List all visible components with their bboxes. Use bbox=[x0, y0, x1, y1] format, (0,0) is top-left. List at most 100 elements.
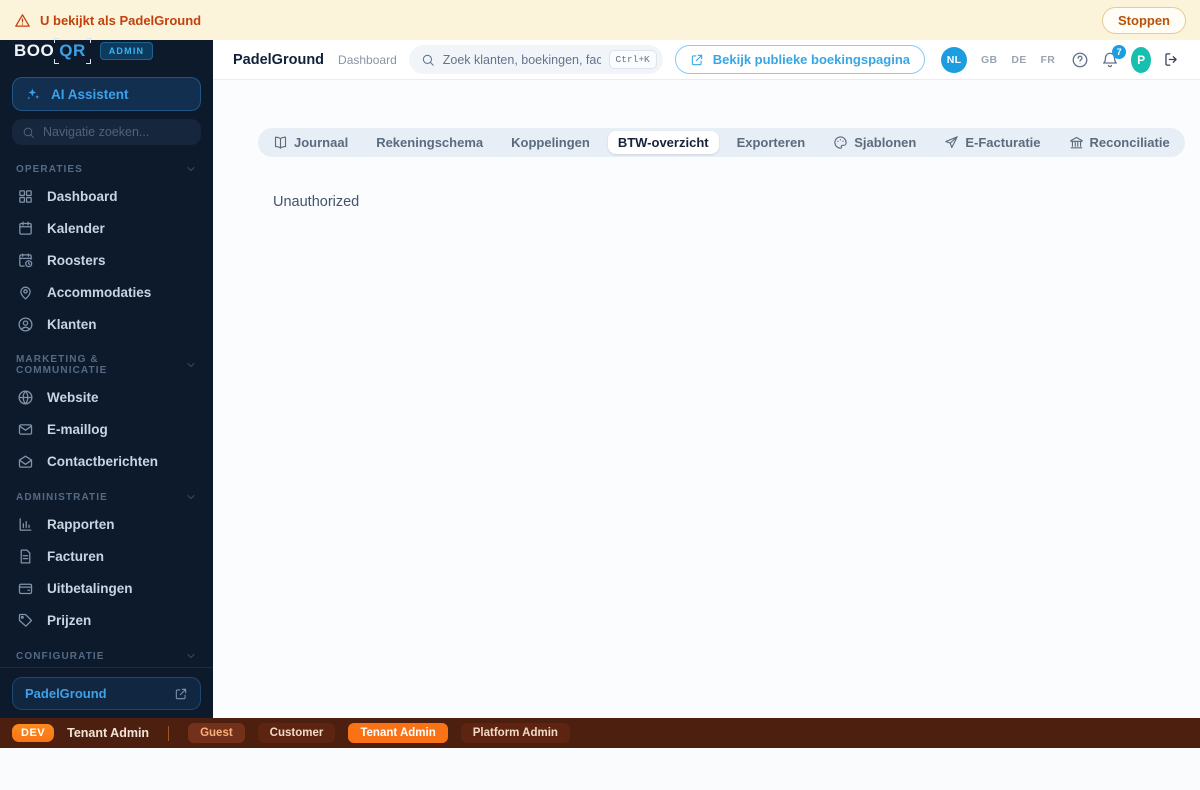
sidebar-item-rapporten[interactable]: Rapporten bbox=[0, 508, 213, 540]
logout-icon[interactable] bbox=[1163, 51, 1180, 68]
language-option-nl[interactable]: NL bbox=[941, 47, 967, 73]
tenant-link-label: PadelGround bbox=[25, 686, 107, 701]
sidebar-search[interactable] bbox=[12, 119, 201, 145]
ai-assistant-button[interactable]: AI Assistent bbox=[12, 77, 201, 111]
book-open-icon bbox=[273, 135, 288, 150]
language-option-fr[interactable]: FR bbox=[1041, 54, 1056, 66]
bar-chart-icon bbox=[17, 516, 34, 533]
language-option-de[interactable]: DE bbox=[1011, 54, 1026, 66]
sidebar-section-administratie[interactable]: ADMINISTRATIE bbox=[0, 477, 213, 508]
role-buttons: Guest Customer Tenant Admin Platform Admin bbox=[188, 723, 570, 743]
chevron-down-icon bbox=[185, 359, 197, 371]
role-button-guest[interactable]: Guest bbox=[188, 723, 245, 743]
sidebar-section-marketing-communicatie[interactable]: MARKETING & COMMUNICATIE bbox=[0, 340, 213, 381]
tab-reconciliatie[interactable]: Reconciliatie bbox=[1059, 131, 1180, 154]
impersonation-banner: U bekijkt als PadelGround Stoppen bbox=[0, 0, 1200, 40]
tab-journaal[interactable]: Journaal bbox=[263, 131, 358, 154]
search-shortcut-kbd: Ctrl+K bbox=[609, 50, 657, 69]
current-role-label: Tenant Admin bbox=[67, 726, 149, 740]
sidebar-item-kalender[interactable]: Kalender bbox=[0, 212, 213, 244]
sidebar-item-roosters[interactable]: Roosters bbox=[0, 244, 213, 276]
tab-rekeningschema[interactable]: Rekeningschema bbox=[366, 131, 493, 154]
role-button-platform-admin[interactable]: Platform Admin bbox=[461, 723, 570, 743]
sidebar-item-accommodaties[interactable]: Accommodaties bbox=[0, 276, 213, 308]
chevron-down-icon bbox=[185, 163, 197, 175]
send-icon bbox=[944, 135, 959, 150]
global-search-input[interactable] bbox=[443, 53, 601, 67]
page-title: PadelGround bbox=[233, 52, 324, 68]
tab-koppelingen[interactable]: Koppelingen bbox=[501, 131, 600, 154]
map-pin-icon bbox=[17, 284, 34, 301]
sidebar-section-configuratie[interactable]: CONFIGURATIE bbox=[0, 636, 213, 667]
impersonation-message: U bekijkt als PadelGround bbox=[40, 13, 201, 28]
sidebar: BOOQR ADMIN AI Assistent OPERATIES Dashbo… bbox=[0, 40, 213, 718]
grid-icon bbox=[17, 188, 34, 205]
calendar-clock-icon bbox=[17, 252, 34, 269]
logo-row: BOOQR ADMIN bbox=[0, 40, 213, 62]
calendar-icon bbox=[17, 220, 34, 237]
wallet-icon bbox=[17, 580, 34, 597]
mail-open-icon bbox=[17, 453, 34, 470]
sidebar-item-label: Website bbox=[47, 390, 99, 405]
top-header: PadelGround Dashboard Ctrl+K Bekijk publ… bbox=[213, 40, 1200, 80]
sidebar-item-label: Uitbetalingen bbox=[47, 581, 133, 596]
language-option-gb[interactable]: GB bbox=[981, 54, 997, 66]
notifications-bell[interactable]: 7 bbox=[1101, 51, 1119, 69]
sidebar-item-e-maillog[interactable]: E-maillog bbox=[0, 413, 213, 445]
tab-btw-overzicht[interactable]: BTW-overzicht bbox=[608, 131, 719, 154]
sidebar-item-label: Contactberichten bbox=[47, 454, 158, 469]
unauthorized-message: Unauthorized bbox=[273, 194, 1200, 210]
sidebar-item-prijzen[interactable]: Prijzen bbox=[0, 604, 213, 636]
chevron-down-icon bbox=[185, 491, 197, 503]
tab-e-facturatie[interactable]: E-Facturatie bbox=[934, 131, 1050, 154]
sidebar-item-dashboard[interactable]: Dashboard bbox=[0, 180, 213, 212]
avatar[interactable]: P bbox=[1131, 47, 1151, 73]
tab-exporteren[interactable]: Exporteren bbox=[727, 131, 816, 154]
sidebar-item-label: Klanten bbox=[47, 317, 97, 332]
global-search[interactable]: Ctrl+K bbox=[409, 45, 663, 74]
stop-impersonation-button[interactable]: Stoppen bbox=[1102, 7, 1186, 34]
file-text-icon bbox=[17, 548, 34, 565]
warning-triangle-icon bbox=[14, 12, 31, 29]
globe-icon bbox=[17, 389, 34, 406]
role-button-tenant-admin[interactable]: Tenant Admin bbox=[348, 723, 447, 743]
sidebar-nav: OPERATIES Dashboard Kalender RoostersAccomm… bbox=[0, 149, 213, 667]
app-logo[interactable]: BOOQR bbox=[14, 40, 90, 62]
logo-qr-frame: QR bbox=[55, 40, 90, 62]
main-content: Journaal Rekeningschema Koppelingen BTW-ove… bbox=[213, 80, 1200, 718]
palette-icon bbox=[833, 135, 848, 150]
sidebar-section-operaties[interactable]: OPERATIES bbox=[0, 149, 213, 180]
language-switcher: NL GB DE FR bbox=[941, 47, 1055, 73]
sidebar-item-label: Kalender bbox=[47, 221, 105, 236]
user-circle-icon bbox=[17, 316, 34, 333]
sidebar-item-label: Rapporten bbox=[47, 517, 115, 532]
tab-sjablonen[interactable]: Sjablonen bbox=[823, 131, 926, 154]
sidebar-item-facturen[interactable]: Facturen bbox=[0, 540, 213, 572]
sidebar-item-label: E-maillog bbox=[47, 422, 108, 437]
external-link-icon bbox=[174, 687, 188, 701]
sidebar-item-label: Facturen bbox=[47, 549, 104, 564]
dev-badge: DEV bbox=[12, 724, 54, 742]
sidebar-item-uitbetalingen[interactable]: Uitbetalingen bbox=[0, 572, 213, 604]
sidebar-item-website[interactable]: Website bbox=[0, 381, 213, 413]
divider bbox=[168, 726, 169, 741]
sidebar-item-contactberichten[interactable]: Contactberichten bbox=[0, 445, 213, 477]
search-icon bbox=[421, 53, 435, 67]
breadcrumb: Dashboard bbox=[338, 53, 397, 67]
settings-tabs: Journaal Rekeningschema Koppelingen BTW-ove… bbox=[258, 128, 1185, 157]
bottom-strip bbox=[0, 748, 1200, 790]
tag-icon bbox=[17, 612, 34, 629]
chevron-down-icon bbox=[185, 650, 197, 662]
dev-role-bar: DEV Tenant Admin Guest Customer Tenant Adm… bbox=[0, 718, 1200, 748]
sidebar-item-label: Dashboard bbox=[47, 189, 118, 204]
tenant-link[interactable]: PadelGround bbox=[12, 677, 201, 710]
sidebar-footer: PadelGround bbox=[0, 667, 213, 718]
ai-assistant-label: AI Assistent bbox=[51, 87, 129, 102]
admin-badge: ADMIN bbox=[100, 42, 154, 60]
public-booking-page-button[interactable]: Bekijk publieke boekingspagina bbox=[675, 45, 925, 74]
role-button-customer[interactable]: Customer bbox=[258, 723, 336, 743]
sidebar-item-klanten[interactable]: Klanten bbox=[0, 308, 213, 340]
mail-icon bbox=[17, 421, 34, 438]
sidebar-search-input[interactable] bbox=[43, 125, 173, 139]
help-icon[interactable] bbox=[1071, 51, 1089, 69]
